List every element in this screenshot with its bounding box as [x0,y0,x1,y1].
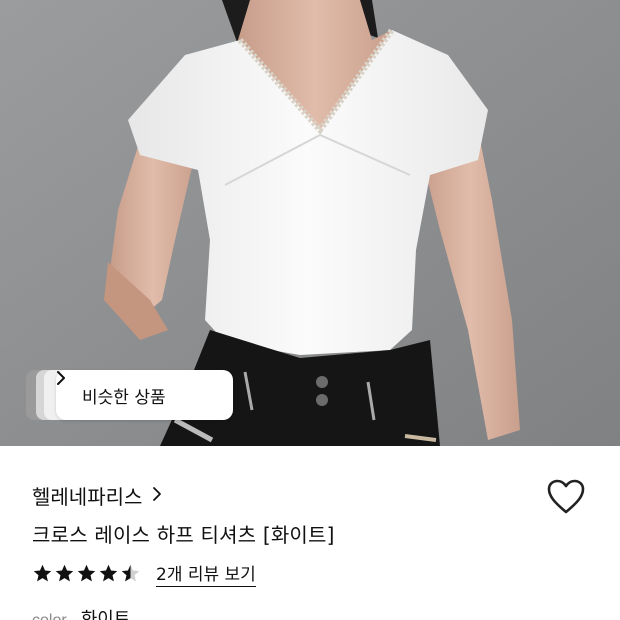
star-half-icon [121,564,140,582]
color-label: color [32,612,67,620]
color-row: color 화이트 [32,605,130,620]
chevron-right-icon [152,486,162,506]
brand-name: 헬레네파리스 [32,485,143,509]
reviews-link[interactable]: 2개 리뷰 보기 [156,560,256,587]
star-icon [55,564,74,582]
similar-products-label: 비슷한 상품 [82,387,166,408]
brand-link[interactable]: 헬레네파리스 [32,481,162,510]
rating-row: 2개 리뷰 보기 [32,560,256,587]
color-value: 화이트 [80,609,131,620]
star-icon [33,564,52,582]
star-icon [99,564,118,582]
product-title: 크로스 레이스 하프 티셔츠 [화이트] [32,523,335,547]
star-icon [77,564,96,582]
rating-stars [32,563,142,584]
product-info: 헬레네파리스 크로스 레이스 하프 티셔츠 [화이트] 2개 리뷰 보기 col… [0,446,620,620]
similar-products-button[interactable]: 비슷한 상품 [56,370,233,420]
product-photo[interactable]: 비슷한 상품 [0,0,620,446]
heart-icon[interactable] [546,478,586,516]
